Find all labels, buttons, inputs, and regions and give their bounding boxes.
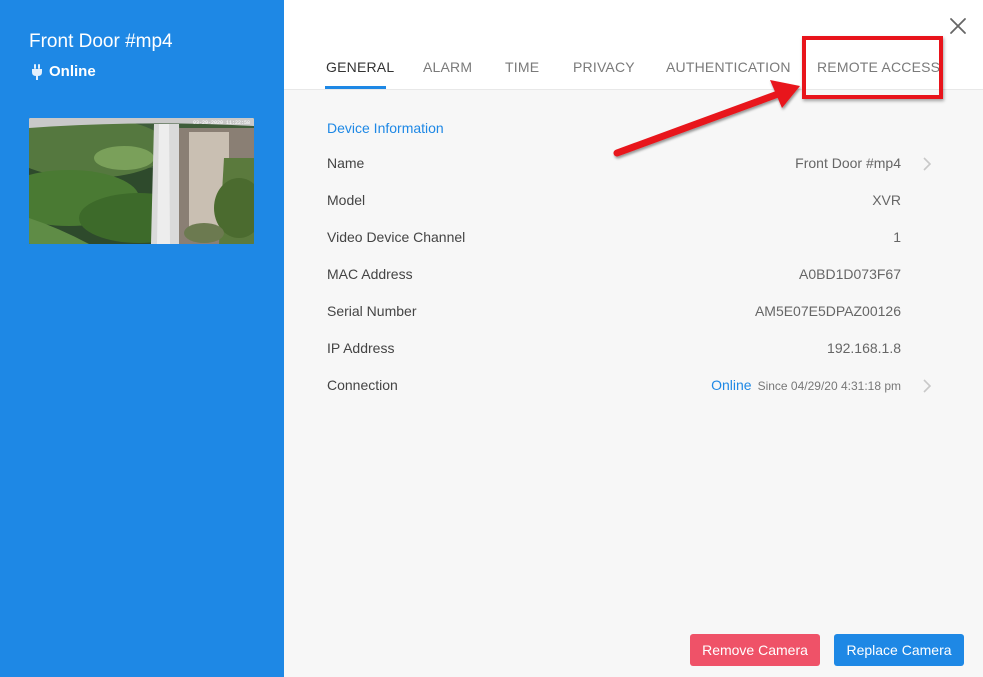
camera-thumbnail[interactable]: 03-29-2020 11:22:58 bbox=[29, 118, 254, 244]
thumbnail-timestamp: 03-29-2020 11:22:58 bbox=[192, 120, 250, 126]
row-value-connection[interactable]: Online Since 04/29/20 4:31:18 pm bbox=[711, 377, 901, 393]
chevron-right-icon[interactable] bbox=[922, 157, 932, 171]
row-label-mac: MAC Address bbox=[327, 266, 413, 282]
connection-status: Online bbox=[711, 377, 752, 393]
tab-alarm[interactable]: ALARM bbox=[423, 59, 472, 75]
section-title: Device Information bbox=[327, 120, 444, 136]
row-value-mac: A0BD1D073F67 bbox=[799, 266, 901, 282]
row-label-channel: Video Device Channel bbox=[327, 229, 466, 245]
remove-camera-button[interactable]: Remove Camera bbox=[690, 634, 820, 666]
replace-camera-button[interactable]: Replace Camera bbox=[834, 634, 964, 666]
camera-status: Online bbox=[31, 63, 96, 80]
plug-icon bbox=[31, 63, 43, 80]
chevron-right-icon[interactable] bbox=[922, 379, 932, 393]
camera-sidebar: Front Door #mp4 Online 03-29-2020 11:22:… bbox=[0, 0, 284, 677]
tab-general[interactable]: GENERAL bbox=[326, 59, 394, 75]
tab-remote-access[interactable]: REMOTE ACCESS bbox=[817, 59, 940, 75]
row-value-channel: 1 bbox=[893, 229, 901, 245]
settings-panel: GENERAL ALARM TIME PRIVACY AUTHENTICATIO… bbox=[284, 0, 983, 677]
tab-privacy[interactable]: PRIVACY bbox=[573, 59, 635, 75]
row-label-name: Name bbox=[327, 155, 365, 171]
row-value-ip: 192.168.1.8 bbox=[827, 340, 901, 356]
camera-status-label: Online bbox=[49, 63, 96, 80]
row-label-serial: Serial Number bbox=[327, 303, 417, 319]
active-tab-indicator bbox=[325, 86, 386, 89]
row-label-connection: Connection bbox=[327, 377, 398, 393]
row-value-serial: AM5E07E5DPAZ00126 bbox=[754, 303, 901, 319]
close-icon[interactable] bbox=[948, 16, 968, 36]
camera-title: Front Door #mp4 bbox=[29, 31, 173, 52]
connection-since: Since 04/29/20 4:31:18 pm bbox=[757, 379, 901, 393]
tab-time[interactable]: TIME bbox=[505, 59, 539, 75]
tab-header: GENERAL ALARM TIME PRIVACY AUTHENTICATIO… bbox=[284, 0, 983, 90]
tab-authentication[interactable]: AUTHENTICATION bbox=[666, 59, 791, 75]
row-value-name[interactable]: Front Door #mp4 bbox=[795, 155, 901, 171]
row-label-model: Model bbox=[327, 192, 366, 208]
row-label-ip: IP Address bbox=[327, 340, 395, 356]
row-value-model: XVR bbox=[872, 192, 901, 208]
